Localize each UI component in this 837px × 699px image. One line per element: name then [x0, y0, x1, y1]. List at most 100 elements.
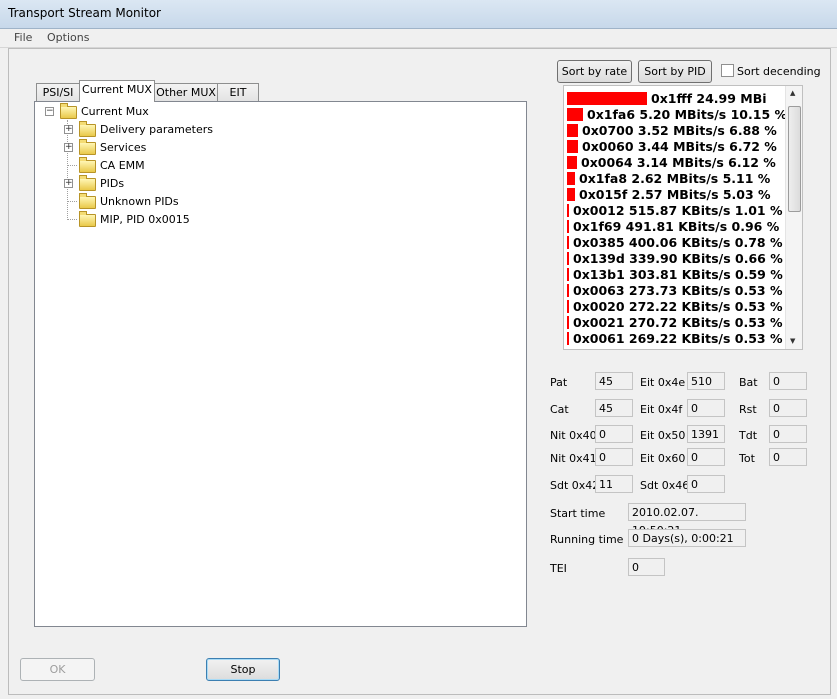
stat-label-eit4f: Eit 0x4f	[640, 403, 683, 416]
stat-label-sdt42: Sdt 0x42	[550, 479, 600, 492]
tab-other-mux[interactable]: Other MUX	[154, 83, 218, 102]
start-time-label: Start time	[550, 507, 606, 520]
tree-node-root[interactable]: Current Mux	[81, 104, 149, 120]
stat-label-rst: Rst	[739, 403, 757, 416]
stat-label-cat: Cat	[550, 403, 569, 416]
folder-icon	[79, 157, 96, 173]
stat-value-pat: 45	[595, 372, 633, 390]
tree-connector	[68, 165, 77, 166]
rate-text: 0x0021 270.72 KBits/s 0.53 %	[573, 315, 783, 330]
stat-value-cat: 45	[595, 399, 633, 417]
stat-value-nit40: 0	[595, 425, 633, 443]
menu-file[interactable]: File	[14, 31, 32, 44]
pid-rate-list[interactable]: 0x1fff 24.99 MBi 0x1fa6 5.20 MBits/s 10.1…	[563, 85, 803, 350]
tree-node-delivery-parameters[interactable]: Delivery parameters	[100, 122, 213, 138]
stat-value-tdt: 0	[769, 425, 807, 443]
rate-text: 0x0385 400.06 KBits/s 0.78 %	[573, 235, 783, 250]
expand-icon[interactable]: +	[64, 125, 73, 134]
tree-node-unknown-pids[interactable]: Unknown PIDs	[100, 194, 179, 210]
tree-connector	[68, 201, 77, 202]
tab-psi-si[interactable]: PSI/SI	[36, 83, 80, 102]
stat-label-bat: Bat	[739, 376, 758, 389]
stat-label-eit4e: Eit 0x4e	[640, 376, 686, 389]
running-time-label: Running time	[550, 533, 624, 546]
rate-bar	[567, 140, 578, 153]
start-time-value: 2010.02.07. 19:50:21	[628, 503, 746, 537]
stat-value-eit4e: 510	[687, 372, 725, 390]
scroll-down-icon[interactable]: ▼	[790, 337, 795, 345]
tree-connector	[67, 120, 68, 220]
folder-icon	[79, 175, 96, 191]
rate-text: 0x0012 515.87 KBits/s 1.01 %	[573, 203, 783, 218]
rate-text: 0x13b1 303.81 KBits/s 0.59 %	[573, 267, 783, 282]
rate-text: 0x1fff 24.99 MBi	[651, 91, 767, 106]
rate-text: 0x1fa6 5.20 MBits/s 10.15 %	[587, 107, 788, 122]
expand-icon[interactable]: +	[64, 179, 73, 188]
stat-label-tot: Tot	[739, 452, 755, 465]
stat-value-rst: 0	[769, 399, 807, 417]
rate-bar	[567, 316, 569, 329]
rate-text: 0x015f 2.57 MBits/s 5.03 %	[579, 187, 771, 202]
tree-connector	[68, 219, 77, 220]
folder-icon	[79, 193, 96, 209]
tei-value: 0	[628, 558, 665, 576]
rate-bar	[567, 92, 647, 105]
stat-value-eit4f: 0	[687, 399, 725, 417]
tree-node-mip[interactable]: MIP, PID 0x0015	[100, 212, 190, 228]
sort-descending-checkbox[interactable]	[721, 64, 734, 77]
rate-text: 0x0064 3.14 MBits/s 6.12 %	[581, 155, 776, 170]
list-scrollbar[interactable]: ▲ ▼	[785, 86, 802, 349]
tree-node-services[interactable]: Services	[100, 140, 146, 156]
rate-bar	[567, 252, 569, 265]
rate-bar	[567, 108, 583, 121]
sort-descending-label: Sort decending	[737, 65, 821, 78]
stat-value-tot: 0	[769, 448, 807, 466]
stop-button[interactable]: Stop	[206, 658, 280, 681]
tree-node-pids[interactable]: PIDs	[100, 176, 124, 192]
rate-bar	[567, 220, 569, 233]
stat-label-sdt46: Sdt 0x46	[640, 479, 690, 492]
rate-bar	[567, 236, 569, 249]
tab-current-mux[interactable]: Current MUX	[79, 80, 155, 102]
rate-bar	[567, 172, 575, 185]
menu-options[interactable]: Options	[47, 31, 89, 44]
folder-open-icon	[60, 103, 77, 119]
stat-label-tdt: Tdt	[739, 429, 758, 442]
stat-value-sdt46: 0	[687, 475, 725, 493]
collapse-icon[interactable]: −	[45, 107, 54, 116]
ok-button[interactable]: OK	[20, 658, 95, 681]
tab-eit[interactable]: EIT	[217, 83, 259, 102]
stat-label-nit40: Nit 0x40	[550, 429, 597, 442]
sort-by-rate-button[interactable]: Sort by rate	[557, 60, 632, 83]
expand-icon[interactable]: +	[64, 143, 73, 152]
rate-bar	[567, 188, 575, 201]
rate-text: 0x0020 272.22 KBits/s 0.53 %	[573, 299, 783, 314]
scroll-up-icon[interactable]: ▲	[790, 89, 795, 97]
rate-text: 0x1fa8 2.62 MBits/s 5.11 %	[579, 171, 771, 186]
folder-icon	[79, 211, 96, 227]
window-title: Transport Stream Monitor	[8, 6, 161, 20]
tree-view[interactable]: − Current Mux + Delivery parameters + Se…	[34, 101, 527, 627]
scroll-thumb[interactable]	[788, 106, 801, 212]
stat-label-pat: Pat	[550, 376, 568, 389]
menu-bar: File Options	[0, 29, 837, 48]
rate-text: 0x0700 3.52 MBits/s 6.88 %	[582, 123, 777, 138]
sort-by-pid-button[interactable]: Sort by PID	[638, 60, 712, 83]
stat-label-eit50: Eit 0x50	[640, 429, 686, 442]
folder-icon	[79, 139, 96, 155]
stat-value-eit60: 0	[687, 448, 725, 466]
rate-bar	[567, 300, 569, 313]
stat-value-bat: 0	[769, 372, 807, 390]
title-bar: Transport Stream Monitor	[0, 0, 837, 29]
rate-text: 0x0061 269.22 KBits/s 0.53 %	[573, 331, 783, 346]
rate-bar	[567, 124, 578, 137]
folder-icon	[79, 121, 96, 137]
stat-value-sdt42: 11	[595, 475, 633, 493]
rate-text: 0x1f69 491.81 KBits/s 0.96 %	[573, 219, 780, 234]
rate-bar	[567, 156, 577, 169]
rate-bar	[567, 284, 569, 297]
rate-text: 0x0060 3.44 MBits/s 6.72 %	[582, 139, 777, 154]
tree-node-ca-emm[interactable]: CA EMM	[100, 158, 145, 174]
rate-text: 0x139d 339.90 KBits/s 0.66 %	[573, 251, 783, 266]
stat-value-nit41: 0	[595, 448, 633, 466]
